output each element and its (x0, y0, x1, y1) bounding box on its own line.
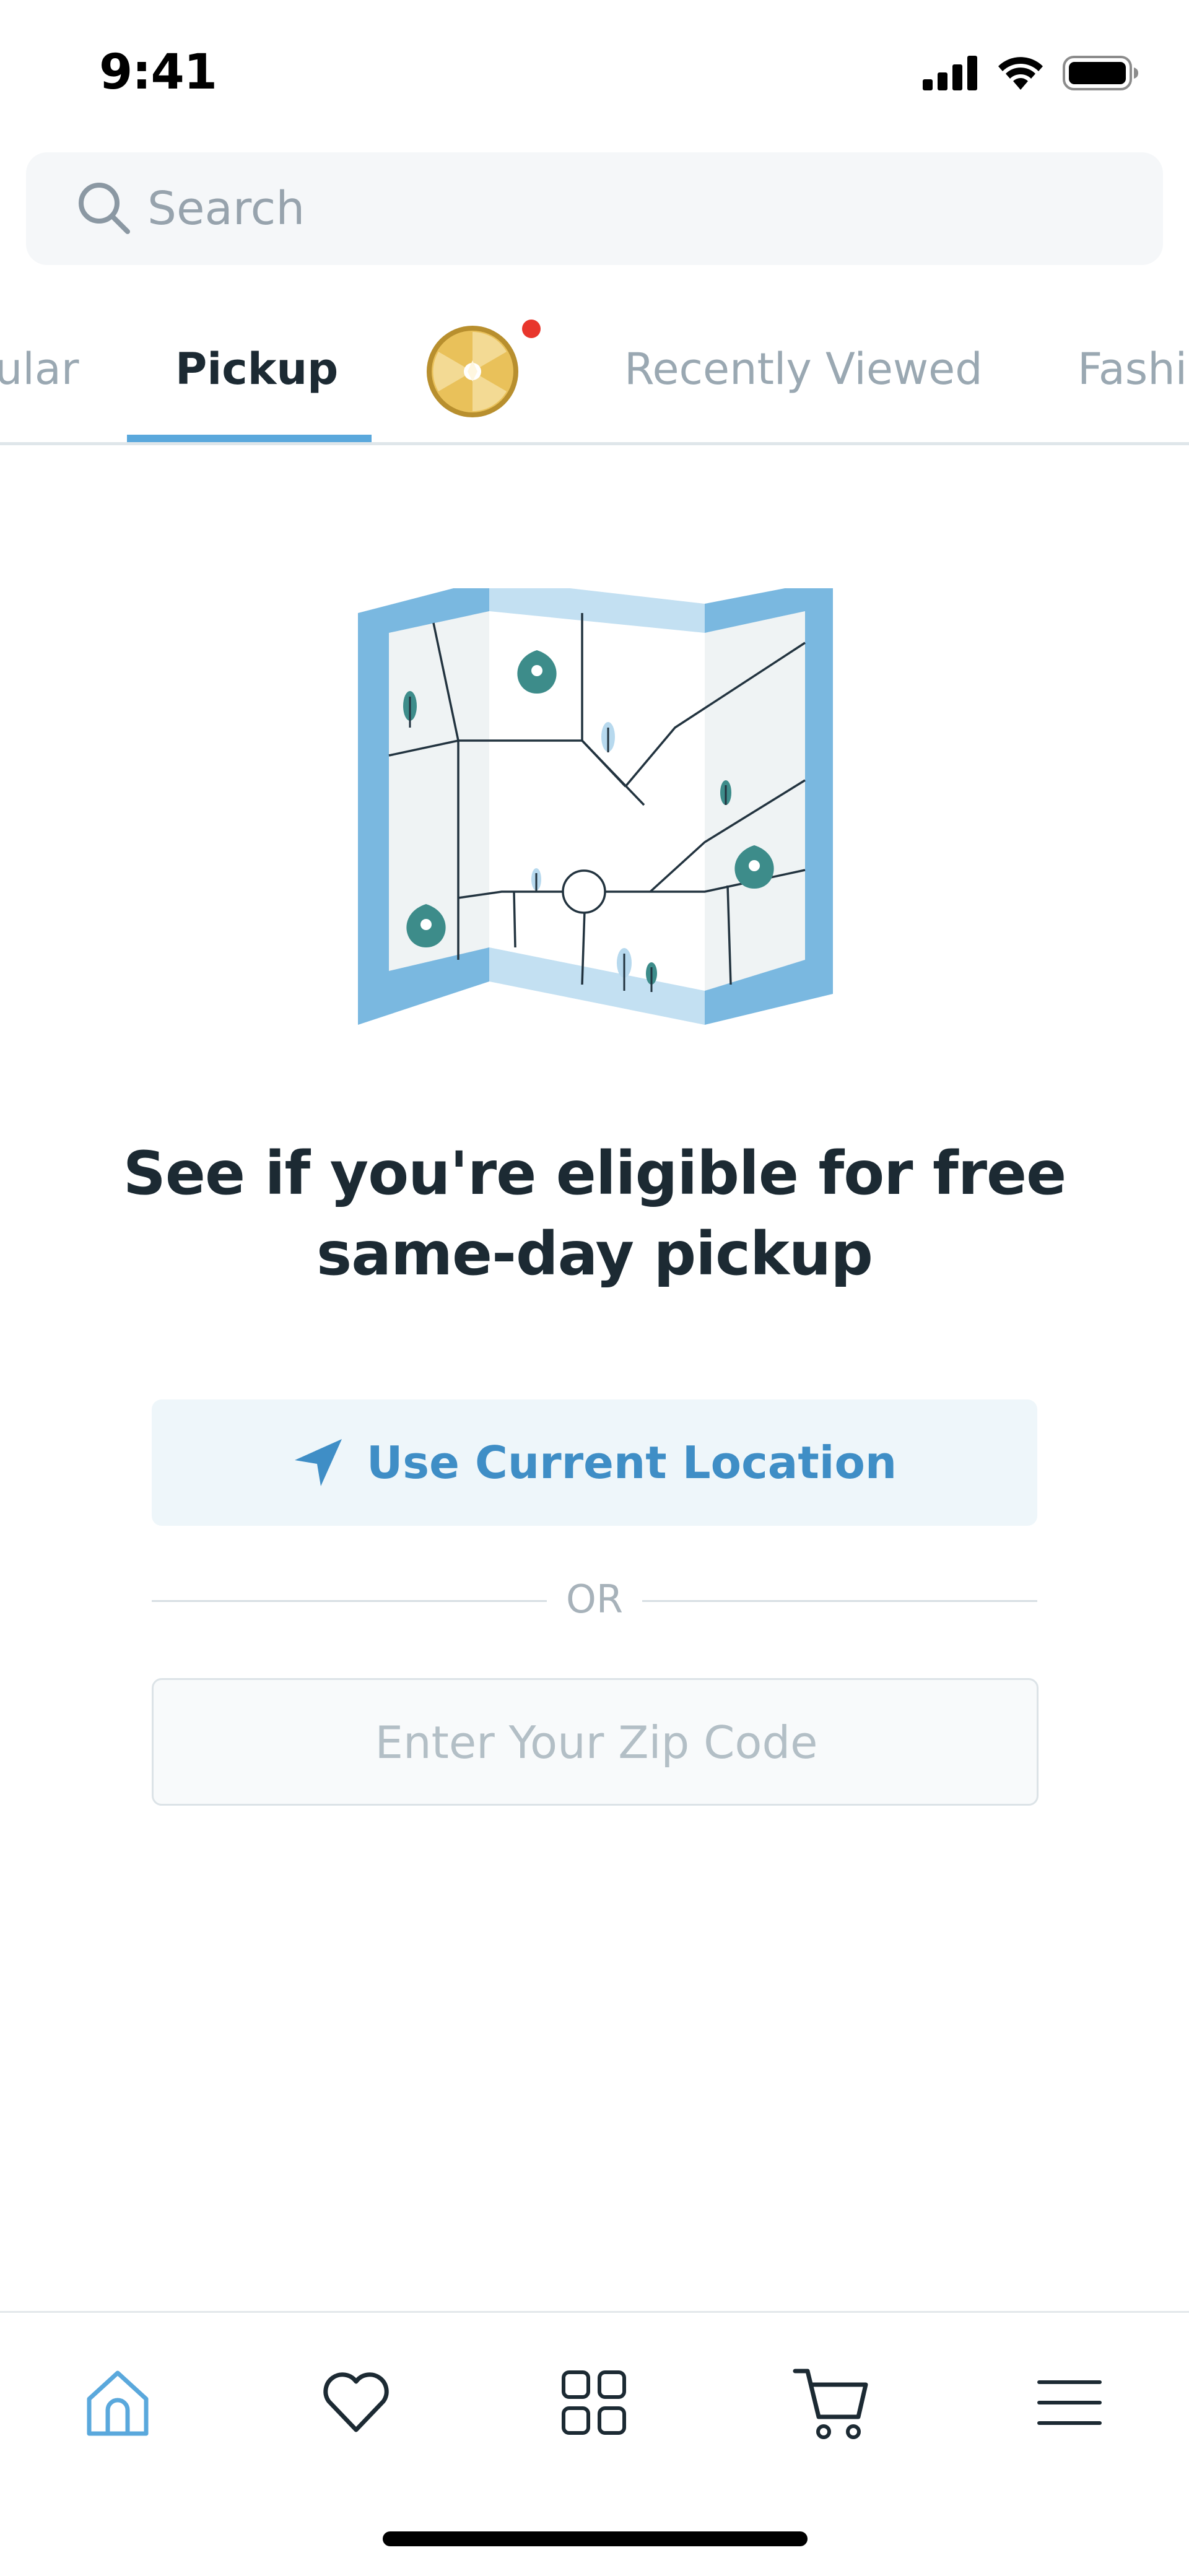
or-text: OR (566, 1577, 623, 1622)
promo-badge-icon[interactable] (423, 322, 522, 421)
search-bar[interactable] (26, 152, 1163, 265)
pickup-headline: See if you're eligible for free same-day… (99, 1133, 1090, 1294)
cart-icon (793, 2369, 868, 2439)
search-input[interactable] (147, 176, 1076, 242)
folded-map-illustration (358, 588, 833, 1025)
tab-popular[interactable]: ular (0, 344, 79, 394)
home-indicator[interactable] (383, 2531, 808, 2546)
home-icon (87, 2370, 149, 2436)
wifi-icon (998, 57, 1043, 90)
active-tab-indicator (127, 435, 372, 442)
headline-line-1: See if you're eligible for free (123, 1139, 1067, 1208)
location-arrow-icon (294, 1439, 342, 1486)
or-divider: OR (152, 1573, 1037, 1629)
heart-icon (323, 2372, 389, 2432)
use-current-location-label: Use Current Location (366, 1437, 897, 1489)
menu-icon (1037, 2380, 1102, 2425)
use-current-location-button[interactable]: Use Current Location (152, 1399, 1037, 1526)
signal-icon (923, 56, 977, 90)
battery-icon (1063, 56, 1138, 90)
zip-code-input[interactable] (154, 1680, 1039, 1805)
tab-fashion[interactable]: Fashi (1078, 344, 1187, 394)
nav-categories[interactable] (547, 2356, 640, 2449)
tab-recently-viewed[interactable]: Recently Viewed (624, 344, 983, 394)
tab-pickup[interactable]: Pickup (175, 344, 338, 394)
category-tabs: ular Pickup Recently Viewed Fashi (0, 310, 1189, 445)
divider-line-right (642, 1600, 1037, 1602)
status-time: 9:41 (99, 45, 217, 100)
zip-code-field[interactable] (152, 1678, 1039, 1806)
search-icon (79, 183, 130, 234)
nav-favorites[interactable] (310, 2356, 403, 2449)
nav-home[interactable] (71, 2356, 164, 2449)
headline-line-2: same-day pickup (316, 1219, 873, 1289)
grid-icon (562, 2370, 626, 2435)
notification-dot (522, 320, 541, 338)
nav-menu[interactable] (1023, 2356, 1116, 2449)
nav-cart[interactable] (785, 2356, 878, 2449)
status-icons (923, 54, 1139, 92)
